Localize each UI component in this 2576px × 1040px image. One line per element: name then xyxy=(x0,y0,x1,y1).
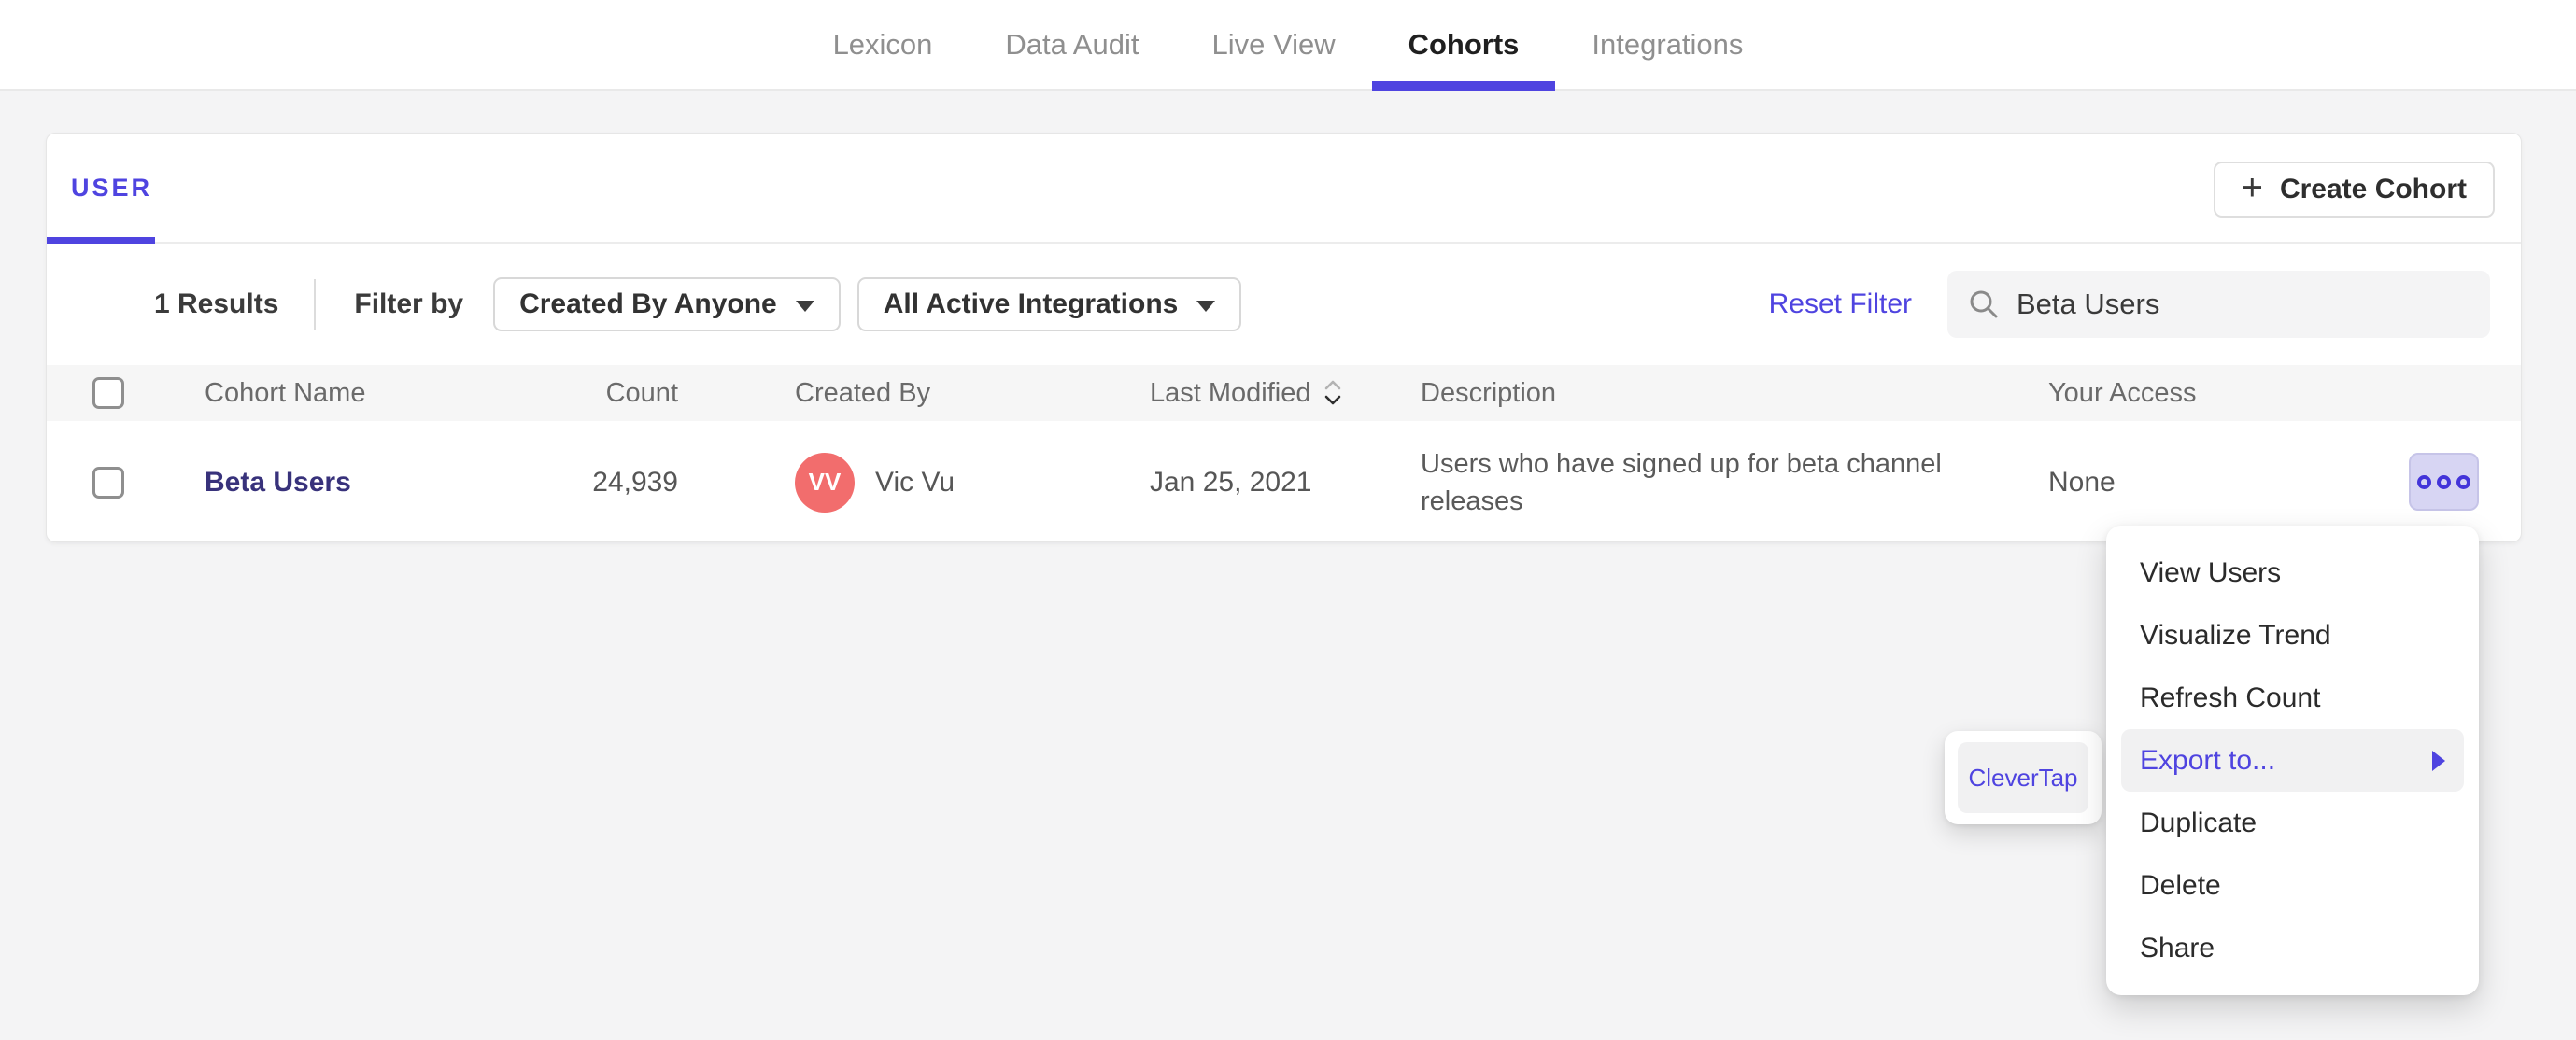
integrations-dropdown-label: All Active Integrations xyxy=(883,288,1179,319)
nav-tab-cohorts[interactable]: Cohorts xyxy=(1371,0,1556,91)
row-context-menu: View Users Visualize Trend Refresh Count… xyxy=(2106,526,2479,995)
created-by-dropdown[interactable]: Created By Anyone xyxy=(493,277,841,331)
create-cohort-button[interactable]: + Create Cohort xyxy=(2213,162,2495,218)
nav-tab-live-view[interactable]: Live View xyxy=(1175,0,1371,89)
toolbar-divider xyxy=(314,279,317,330)
menu-item-export-to[interactable]: Export to... xyxy=(2121,729,2464,792)
cohort-count: 24,939 xyxy=(592,466,678,498)
menu-item-duplicate[interactable]: Duplicate xyxy=(2121,792,2464,854)
chevron-down-icon xyxy=(1196,300,1216,312)
results-count: 1 Results xyxy=(154,288,279,319)
top-navbar: Lexicon Data Audit Live View Cohorts Int… xyxy=(0,0,2576,91)
menu-item-refresh-count[interactable]: Refresh Count xyxy=(2121,667,2464,729)
tab-user-underline xyxy=(47,237,155,244)
avatar: VV xyxy=(795,452,855,513)
ellipsis-icon xyxy=(2417,474,2431,489)
filter-by-label: Filter by xyxy=(354,288,464,319)
panel-tab-row: USER + Create Cohort xyxy=(47,134,2521,244)
col-header-count: Count xyxy=(605,377,678,408)
more-actions-button[interactable] xyxy=(2409,453,2479,511)
create-cohort-label: Create Cohort xyxy=(2279,174,2467,204)
submenu-arrow-icon xyxy=(2432,750,2445,771)
sort-icon xyxy=(1324,380,1340,405)
col-header-created-by: Created By xyxy=(795,377,931,408)
menu-item-view-users[interactable]: View Users xyxy=(2121,541,2464,604)
cohort-description: Users who have signed up for beta channe… xyxy=(1421,448,1942,516)
export-submenu: CleverTap xyxy=(1945,731,2102,824)
filter-toolbar: 1 Results Filter by Created By Anyone Al… xyxy=(47,244,2521,365)
your-access-value: None xyxy=(2048,466,2116,498)
search-input[interactable] xyxy=(2017,288,2465,321)
cohort-search-box[interactable] xyxy=(1947,271,2490,338)
col-header-cohort-name: Cohort Name xyxy=(205,377,366,408)
last-modified-value: Jan 25, 2021 xyxy=(1150,466,1312,498)
integrations-dropdown[interactable]: All Active Integrations xyxy=(856,277,1242,331)
submenu-item-clevertap[interactable]: CleverTap xyxy=(1958,742,2088,813)
col-header-description: Description xyxy=(1421,377,1557,408)
col-header-last-modified[interactable]: Last Modified xyxy=(1150,376,1421,410)
nav-tab-integrations[interactable]: Integrations xyxy=(1555,0,1779,89)
reset-filter-link[interactable]: Reset Filter xyxy=(1769,288,1912,320)
col-header-your-access: Your Access xyxy=(2048,377,2197,408)
created-by-name: Vic Vu xyxy=(875,466,955,498)
table-header-row: Cohort Name Count Created By Last Modifi… xyxy=(47,365,2521,421)
row-checkbox[interactable] xyxy=(92,466,124,499)
created-by-dropdown-label: Created By Anyone xyxy=(519,288,777,319)
last-modified-label: Last Modified xyxy=(1150,377,1311,408)
select-all-checkbox[interactable] xyxy=(92,377,124,409)
ellipsis-icon xyxy=(2456,474,2470,489)
menu-item-share[interactable]: Share xyxy=(2121,917,2464,979)
menu-item-delete[interactable]: Delete xyxy=(2121,854,2464,917)
nav-tab-data-audit[interactable]: Data Audit xyxy=(969,0,1175,89)
search-icon xyxy=(1970,290,1998,318)
cohorts-panel: USER + Create Cohort 1 Results Filter by… xyxy=(46,133,2522,542)
nav-tab-lexicon[interactable]: Lexicon xyxy=(797,0,970,89)
cohort-name-link[interactable]: Beta Users xyxy=(205,467,351,498)
ellipsis-icon xyxy=(2437,474,2451,489)
created-by-cell: VV Vic Vu xyxy=(795,452,1150,513)
export-to-label: Export to... xyxy=(2140,744,2276,776)
tab-user[interactable]: USER xyxy=(71,134,152,242)
plus-icon: + xyxy=(2241,167,2263,208)
chevron-down-icon xyxy=(795,300,814,312)
menu-item-visualize-trend[interactable]: Visualize Trend xyxy=(2121,604,2464,667)
